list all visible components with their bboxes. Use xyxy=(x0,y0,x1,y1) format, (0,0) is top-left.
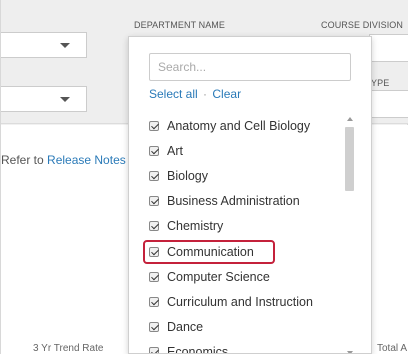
list-item[interactable]: Dance xyxy=(149,315,349,340)
list-item[interactable]: Anatomy and Cell Biology xyxy=(149,113,349,138)
scroll-thumb[interactable] xyxy=(345,127,354,191)
list-item[interactable]: Chemistry xyxy=(149,214,349,239)
item-label: Art xyxy=(167,143,183,158)
separator: · xyxy=(203,87,208,101)
checkbox[interactable] xyxy=(149,145,159,156)
checkbox[interactable] xyxy=(149,347,159,353)
checkbox[interactable] xyxy=(149,271,159,282)
list-item[interactable]: Art xyxy=(149,138,349,163)
course-division-label: COURSE DIVISION xyxy=(321,20,404,30)
department-dropdown: Select all · Clear Anatomy and Cell Biol… xyxy=(128,36,372,354)
item-label: Computer Science xyxy=(167,269,270,284)
list-item[interactable]: Economics xyxy=(149,340,349,354)
search-input[interactable] xyxy=(149,53,351,81)
checkbox[interactable] xyxy=(149,322,159,333)
department-name-label: DEPARTMENT NAME xyxy=(134,20,226,30)
clear-link[interactable]: Clear xyxy=(212,87,241,101)
item-label: Anatomy and Cell Biology xyxy=(167,118,311,133)
refer-text: Refer to xyxy=(1,153,48,167)
select-all-link[interactable]: Select all xyxy=(149,87,198,101)
list-item-communication[interactable]: Communication xyxy=(143,239,349,264)
list-item[interactable]: Biology xyxy=(149,163,349,188)
filter-select-2[interactable] xyxy=(1,86,87,112)
item-label: Curriculum and Instruction xyxy=(167,294,313,309)
chevron-down-icon xyxy=(60,97,70,102)
course-division-select[interactable] xyxy=(369,34,408,62)
select-links: Select all · Clear xyxy=(149,87,241,101)
item-label: Economics xyxy=(167,345,229,354)
chevron-down-icon xyxy=(60,43,70,48)
checkbox[interactable] xyxy=(149,120,159,131)
item-label: Business Administration xyxy=(167,194,300,209)
item-label: Biology xyxy=(167,168,208,183)
highlight-box xyxy=(143,239,275,264)
type-select[interactable] xyxy=(369,90,408,118)
item-label: Chemistry xyxy=(167,219,224,234)
checkbox[interactable] xyxy=(149,170,159,181)
checkbox[interactable] xyxy=(149,196,159,207)
checkbox[interactable] xyxy=(149,246,159,257)
department-list: Anatomy and Cell Biology Art Biology Bus… xyxy=(143,113,349,354)
release-notes-link[interactable]: Release Notes xyxy=(47,153,126,167)
checkbox[interactable] xyxy=(149,296,159,307)
type-label: YPE xyxy=(371,78,390,88)
list-item[interactable]: Curriculum and Instruction xyxy=(149,289,349,314)
checkbox[interactable] xyxy=(149,221,159,232)
scrollbar[interactable] xyxy=(345,117,355,353)
trend-rate-column: 3 Yr Trend Rate xyxy=(33,343,104,354)
filter-select-1[interactable] xyxy=(1,32,87,58)
app-window: COURSE DIVISION YPE Refer to Release Not… xyxy=(0,0,408,354)
list-item[interactable]: Computer Science xyxy=(149,264,349,289)
scroll-up-icon[interactable] xyxy=(347,117,353,121)
item-label: Dance xyxy=(167,320,204,335)
total-column: Total A xyxy=(377,343,408,354)
list-item[interactable]: Business Administration xyxy=(149,189,349,214)
release-notes-text: Refer to Release Notes xyxy=(1,153,126,167)
